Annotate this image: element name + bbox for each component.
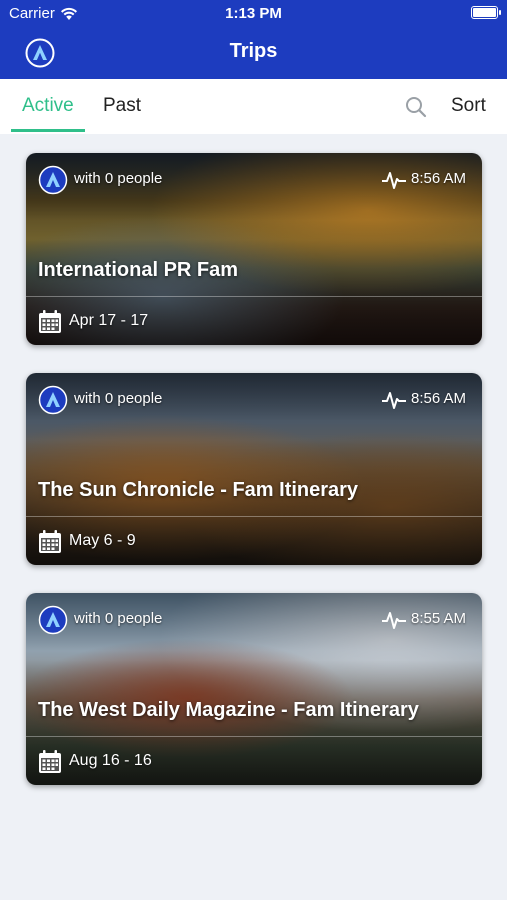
- status-time: 1:13 PM: [225, 5, 282, 22]
- trip-brand-icon: [38, 165, 68, 195]
- trip-brand-icon: [38, 605, 68, 635]
- trip-brand-icon: [38, 385, 68, 415]
- trip-dates: Aug 16 - 16: [69, 752, 152, 769]
- activity-icon: [382, 172, 406, 189]
- trip-title: International PR Fam: [38, 259, 239, 281]
- search-icon[interactable]: [404, 95, 428, 119]
- tab-active[interactable]: Active: [22, 95, 74, 117]
- status-bar: Carrier 1:13 PM: [0, 0, 507, 28]
- activity-icon: [382, 612, 406, 629]
- card-divider: [26, 516, 482, 517]
- trip-title: The Sun Chronicle - Fam Itinerary: [38, 479, 359, 501]
- app-header: Carrier 1:13 PM Trips: [0, 0, 507, 79]
- page-title: Trips: [229, 40, 278, 62]
- calendar-icon: [39, 310, 61, 333]
- card-divider: [26, 736, 482, 737]
- card-divider: [26, 296, 482, 297]
- trip-people: with 0 people: [74, 390, 163, 407]
- sort-button[interactable]: Sort: [451, 95, 486, 117]
- activity-icon: [382, 392, 406, 409]
- trip-time: 8:55 AM: [411, 610, 467, 627]
- calendar-icon: [39, 750, 61, 773]
- trip-time: 8:56 AM: [411, 390, 467, 407]
- tab-bar: Active Past Sort: [0, 79, 507, 134]
- trip-people: with 0 people: [74, 170, 163, 187]
- trip-dates: Apr 17 - 17: [69, 312, 149, 329]
- calendar-icon: [39, 530, 61, 553]
- trip-card[interactable]: with 0 people 8:55 AM The West Daily Mag…: [26, 593, 482, 785]
- trip-time: 8:56 AM: [411, 170, 467, 187]
- tab-past[interactable]: Past: [103, 95, 141, 117]
- nav-bar: Trips: [0, 28, 507, 79]
- trip-dates: May 6 - 9: [69, 532, 136, 549]
- trip-people: with 0 people: [74, 610, 163, 627]
- active-tab-indicator: [11, 129, 85, 132]
- trip-card[interactable]: with 0 people 8:56 AM The Sun Chronicle …: [26, 373, 482, 565]
- battery-icon: [471, 6, 501, 19]
- trip-card[interactable]: with 0 people 8:56 AM International PR F…: [26, 153, 482, 345]
- trip-title: The West Daily Magazine - Fam Itinerary: [38, 699, 419, 721]
